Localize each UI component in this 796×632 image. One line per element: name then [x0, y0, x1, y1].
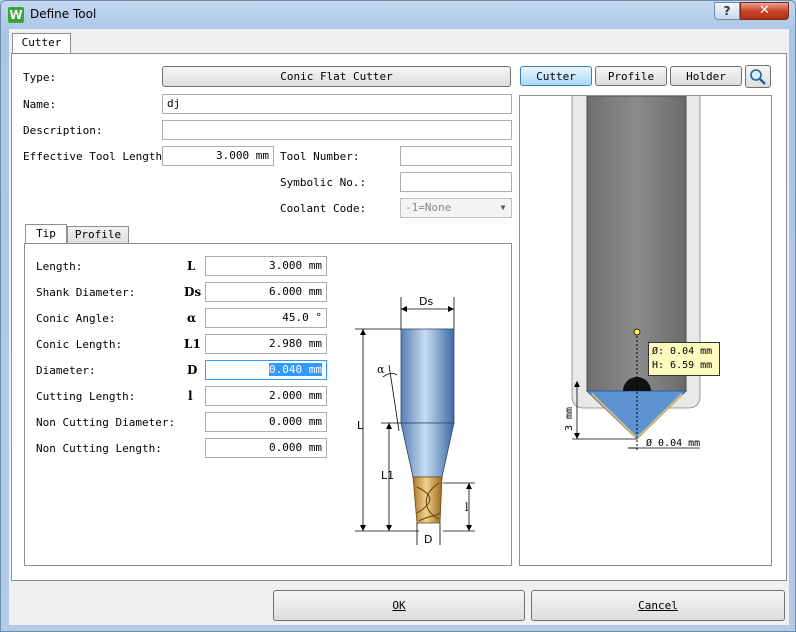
diameter-input[interactable]: 0.040 mm	[205, 360, 327, 380]
param-label: Conic Length:	[36, 338, 123, 351]
tab-profile[interactable]: Profile	[67, 226, 129, 244]
tab-cutter[interactable]: Cutter	[12, 33, 71, 54]
coolant-label: Coolant Code:	[280, 202, 367, 215]
param-symbol: l	[188, 389, 193, 403]
close-button[interactable]: ✕	[740, 2, 789, 20]
coolant-select[interactable]: -1=None ▼	[400, 198, 512, 218]
param-label: Diameter:	[36, 364, 96, 377]
conic-angle-input[interactable]: 45.0 °	[205, 308, 327, 328]
help-button[interactable]: ?	[714, 2, 740, 20]
title-bar[interactable]: W Define Tool ? ✕	[1, 1, 796, 29]
param-label: Shank Diameter:	[36, 286, 136, 299]
small-l-label: l	[465, 501, 469, 514]
cutter-view-button[interactable]: Cutter	[520, 66, 592, 86]
app-icon: W	[8, 7, 24, 23]
dialog-client: Cutter Type: Conic Flat Cutter Name: dj …	[9, 29, 789, 625]
zoom-button[interactable]	[745, 65, 771, 88]
tool-preview: 3 mm Ø 0.04 mm	[564, 96, 701, 451]
tooltip-height: H: 6.59 mm	[652, 360, 713, 371]
param-symbol: L1	[184, 337, 201, 351]
non-cutting-length-input[interactable]: 0.000 mm	[205, 438, 327, 458]
param-label: Cutting Length:	[36, 390, 136, 403]
alpha-label: α	[377, 363, 385, 376]
diameter-selected-text: 0.040 mm	[269, 363, 322, 376]
height-dimension: 3 mm	[564, 407, 575, 431]
cutter-type-button[interactable]: Conic Flat Cutter	[162, 66, 511, 87]
conic-length-input[interactable]: 2.980 mm	[205, 334, 327, 354]
chevron-down-icon: ▼	[500, 203, 506, 212]
name-input[interactable]: dj	[162, 94, 512, 114]
param-label: Non Cutting Diameter:	[36, 416, 176, 429]
description-input[interactable]	[162, 120, 512, 140]
zoom-icon	[750, 69, 766, 85]
d-label: D	[424, 533, 432, 545]
l-label: L	[357, 419, 364, 432]
cancel-button[interactable]: Cancel	[531, 590, 785, 621]
param-symbol: D	[187, 363, 198, 377]
tool-number-label: Tool Number:	[280, 150, 360, 163]
diameter-dimension: Ø 0.04 mm	[646, 437, 700, 449]
coolant-value: -1=None	[405, 201, 452, 214]
ok-button[interactable]: OK	[273, 590, 525, 621]
param-label: Non Cutting Length:	[36, 442, 162, 455]
symbolic-label: Symbolic No.:	[280, 176, 367, 189]
tooltip-diameter: Ø: 0.04 mm	[652, 346, 713, 357]
dimension-tooltip: Ø: 0.04 mm H: 6.59 mm	[648, 342, 720, 376]
define-tool-window: W Define Tool ? ✕ Cutter Type: Conic Fla…	[0, 0, 796, 632]
l1-label: L1	[381, 469, 394, 482]
holder-view-button[interactable]: Holder	[670, 66, 742, 86]
effective-length-label: Effective Tool Length:	[23, 150, 169, 163]
param-label: Conic Angle:	[36, 312, 116, 325]
length-input[interactable]: 3.000 mm	[205, 256, 327, 276]
type-label: Type:	[23, 71, 57, 84]
param-symbol: α	[187, 311, 197, 325]
non-cutting-diameter-input[interactable]: 0.000 mm	[205, 412, 327, 432]
param-label: Length:	[36, 260, 83, 273]
symbolic-input[interactable]	[400, 172, 512, 192]
description-label: Description:	[23, 124, 103, 137]
profile-view-button[interactable]: Profile	[595, 66, 667, 86]
cutting-length-input[interactable]: 2.000 mm	[205, 386, 327, 406]
tool-dimension-diagram: Ds L L1 α l D	[355, 295, 475, 545]
effective-length-input[interactable]: 3.000 mm	[162, 146, 274, 166]
tool-number-input[interactable]	[400, 146, 512, 166]
param-symbol: L	[187, 259, 196, 273]
shank-diameter-input[interactable]: 6.000 mm	[205, 282, 327, 302]
tool-preview-panel[interactable]: 3 mm Ø 0.04 mm Ø: 0.04 mm H: 6.59 mm	[519, 95, 772, 566]
window-title: Define Tool	[30, 7, 97, 21]
name-label: Name:	[23, 98, 57, 111]
tab-tip[interactable]: Tip	[25, 224, 67, 244]
param-symbol: Ds	[184, 285, 202, 299]
ds-label: Ds	[419, 295, 433, 308]
